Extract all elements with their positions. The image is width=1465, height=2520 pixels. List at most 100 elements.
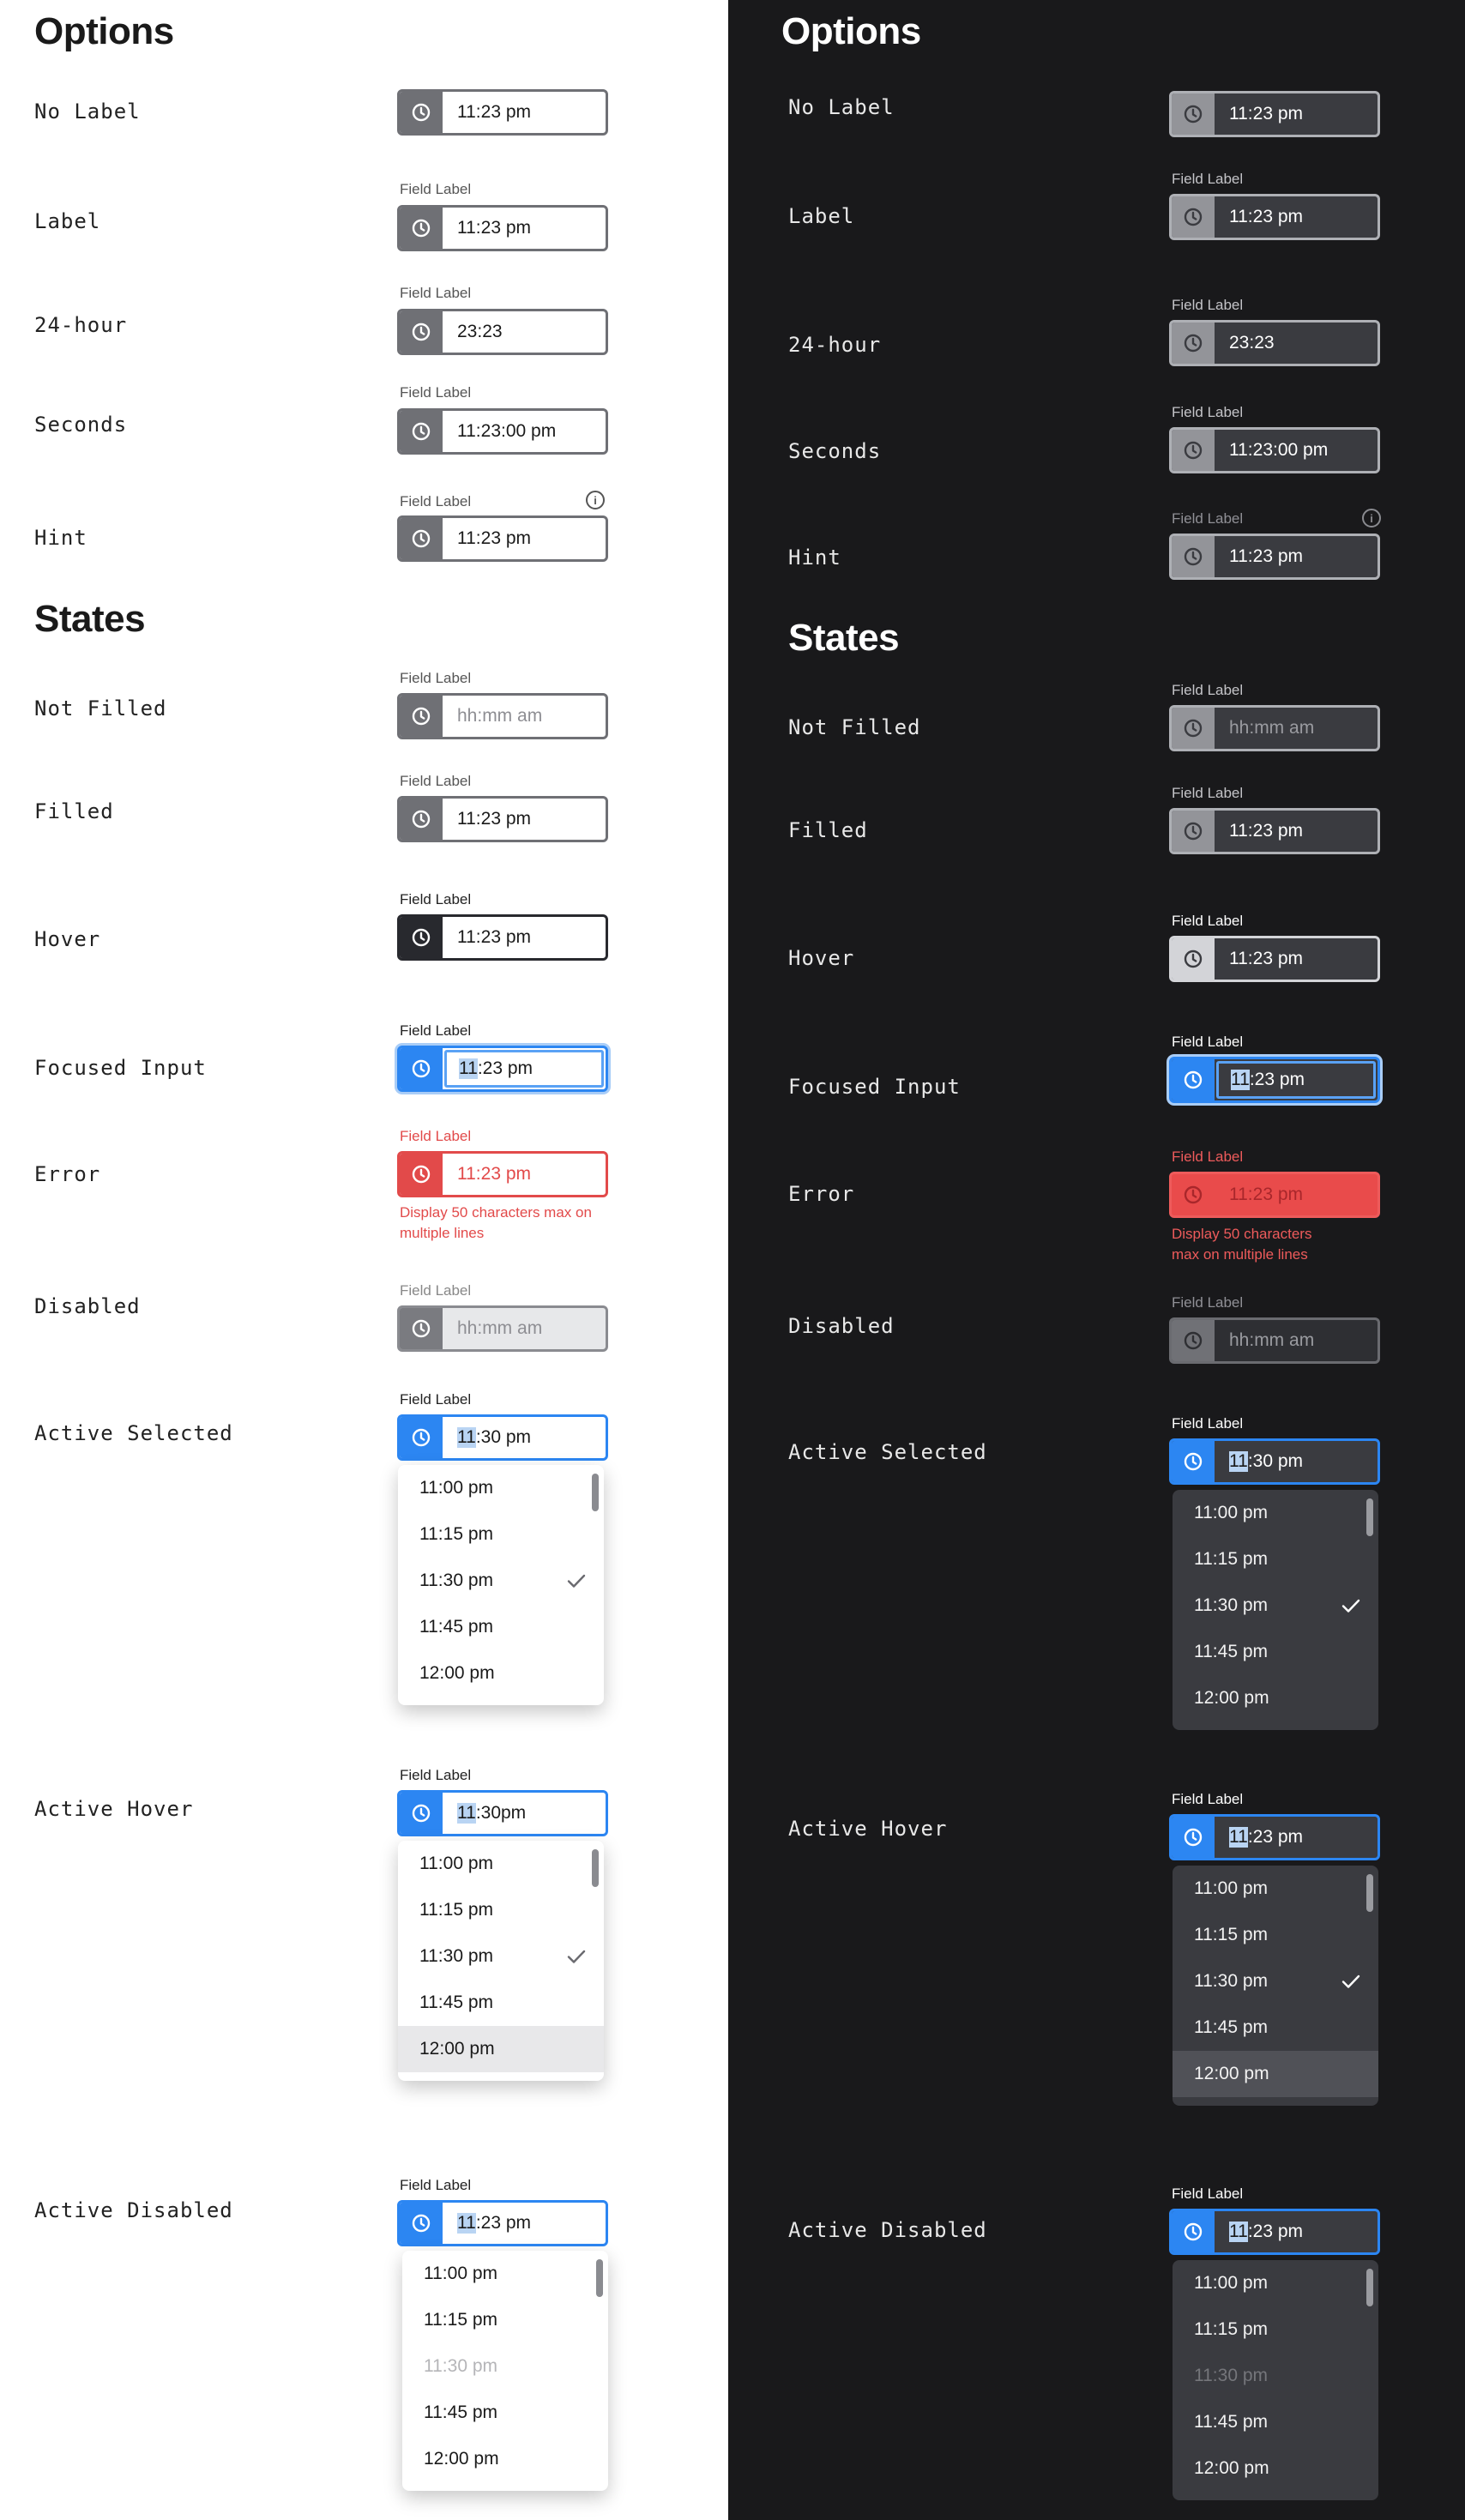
time-field-filled[interactable]: 11:23 pm: [397, 796, 608, 842]
time-input-value[interactable]: 11:23 pm: [443, 799, 606, 840]
time-input-placeholder[interactable]: hh:mm am: [443, 696, 606, 737]
dropdown-scrollbar[interactable]: [1366, 1874, 1373, 1912]
dropdown-option[interactable]: 12:00 pm: [1173, 2445, 1378, 2492]
time-field-active-selected[interactable]: 11:30 pm: [1169, 1438, 1380, 1485]
dropdown-option-disabled: 11:30 pm: [1194, 2366, 1268, 2385]
hour-selection: 11: [457, 2213, 476, 2234]
time-input-value[interactable]: 11:23 pm: [443, 917, 606, 958]
time-input-value[interactable]: 11:23 pm: [1215, 93, 1378, 135]
option-label: 11:30 pm: [419, 1946, 493, 1966]
time-input-value[interactable]: 11:23 pm: [1215, 1817, 1378, 1858]
dropdown-option[interactable]: 11:00 pm: [402, 2251, 608, 2297]
time-field-focused[interactable]: 11:23 pm: [1169, 1057, 1380, 1103]
time-input-value[interactable]: 11:23 pm: [1216, 1061, 1376, 1099]
time-input-value[interactable]: 23:23: [443, 311, 606, 353]
time-field-active-selected[interactable]: 11:30 pm: [397, 1414, 608, 1461]
dropdown-option[interactable]: 11:45 pm: [398, 1980, 604, 2026]
dropdown-scrollbar[interactable]: [592, 1849, 599, 1887]
time-input-placeholder: hh:mm am: [1229, 1330, 1315, 1350]
time-field-hint[interactable]: 11:23 pm: [397, 515, 608, 562]
time-input-value[interactable]: 11:23 pm: [443, 518, 606, 559]
time-field-error[interactable]: 11:23 pm: [397, 1151, 608, 1197]
time-input-value[interactable]: 11:23 pm: [1215, 811, 1378, 852]
dropdown-option[interactable]: 11:15 pm: [1173, 1536, 1378, 1583]
time-input-value[interactable]: 11:23 pm: [1215, 536, 1378, 577]
time-field-active-disabled[interactable]: 11:23 pm: [1169, 2209, 1380, 2255]
dropdown-option-selected[interactable]: 11:30 pm: [1173, 1958, 1378, 2005]
info-icon[interactable]: i: [586, 491, 605, 509]
time-field-24-hour[interactable]: 23:23: [1169, 320, 1380, 366]
time-input-placeholder[interactable]: hh:mm am: [1215, 708, 1378, 749]
dropdown-option[interactable]: 11:45 pm: [398, 1604, 604, 1650]
dropdown-option[interactable]: 11:45 pm: [1173, 2005, 1378, 2051]
row-label-active-selected: Active Selected: [788, 1440, 987, 1464]
dropdown-option[interactable]: 11:00 pm: [1173, 1866, 1378, 1912]
dropdown-scrollbar[interactable]: [1366, 2269, 1373, 2306]
time-input-value[interactable]: 11:23 pm: [443, 1154, 606, 1195]
time-dropdown: 11:00 pm 11:15 pm 11:30 pm 11:45 pm 12:0…: [402, 2251, 608, 2491]
time-field-hover[interactable]: 11:23 pm: [397, 914, 608, 961]
time-input-value[interactable]: 11:23 pm: [443, 2203, 606, 2244]
time-field-hover[interactable]: 11:23 pm: [1169, 936, 1380, 982]
dropdown-option-selected[interactable]: 11:30 pm: [1173, 1583, 1378, 1629]
time-input-value[interactable]: 23:23: [1215, 323, 1378, 364]
time-rest: :30pm: [475, 1803, 527, 1823]
time-field-label[interactable]: 11:23 pm: [1169, 194, 1380, 240]
time-field-not-filled[interactable]: hh:mm am: [1169, 705, 1380, 751]
info-icon[interactable]: i: [1362, 509, 1381, 528]
time-input-value[interactable]: 11:23 pm: [443, 208, 606, 249]
dropdown-option[interactable]: 11:00 pm: [398, 1465, 604, 1511]
time-input-value[interactable]: 11:23 pm: [1215, 1174, 1378, 1215]
time-field-seconds[interactable]: 11:23:00 pm: [397, 408, 608, 455]
dropdown-option-selected[interactable]: 11:30 pm: [398, 1558, 604, 1604]
time-input-value[interactable]: 11:23 pm: [443, 92, 606, 133]
time-input-value[interactable]: 11:23 pm: [1215, 196, 1378, 238]
dropdown-option[interactable]: 11:45 pm: [402, 2390, 608, 2436]
dropdown-option[interactable]: 12:00 pm: [1173, 1675, 1378, 1721]
dropdown-scrollbar[interactable]: [596, 2259, 603, 2297]
dropdown-option[interactable]: 11:15 pm: [402, 2297, 608, 2343]
dropdown-option[interactable]: 11:45 pm: [1173, 2399, 1378, 2445]
time-input-value[interactable]: 11:23:00 pm: [443, 411, 606, 452]
field-label: Field Label: [1172, 510, 1244, 527]
row-label-focused-input: Focused Input: [788, 1075, 961, 1099]
dropdown-option-hovered[interactable]: 12:00 pm: [1173, 2051, 1378, 2097]
dropdown-option[interactable]: 11:15 pm: [398, 1511, 604, 1558]
time-field-active-hover[interactable]: 11:30pm: [397, 1790, 608, 1836]
time-input-value[interactable]: 11:23 pm: [1215, 2211, 1378, 2252]
time-field-label[interactable]: 11:23 pm: [397, 205, 608, 251]
dropdown-option-hovered[interactable]: 12:00 pm: [398, 2026, 604, 2072]
dropdown-option[interactable]: 11:00 pm: [1173, 2260, 1378, 2306]
dropdown-scrollbar[interactable]: [592, 1474, 599, 1511]
dropdown-option-selected[interactable]: 11:30 pm: [398, 1933, 604, 1980]
time-input-value[interactable]: 11:23 pm: [1215, 938, 1378, 980]
time-field-no-label[interactable]: 11:23 pm: [1169, 91, 1380, 137]
time-field-not-filled[interactable]: hh:mm am: [397, 693, 608, 739]
time-input-value[interactable]: 11:30 pm: [1215, 1441, 1378, 1482]
time-field-focused[interactable]: 11:23 pm: [397, 1046, 608, 1092]
row-label-filled: Filled: [34, 799, 114, 823]
dropdown-option[interactable]: 11:15 pm: [1173, 1912, 1378, 1958]
time-input-value[interactable]: 11:30pm: [443, 1793, 606, 1834]
dropdown-option[interactable]: 11:45 pm: [1173, 1629, 1378, 1675]
row-label-seconds: Seconds: [788, 439, 882, 463]
time-input-value[interactable]: 11:23:00 pm: [1215, 430, 1378, 471]
time-field-error[interactable]: 11:23 pm: [1169, 1172, 1380, 1218]
time-field-active-hover[interactable]: 11:23 pm: [1169, 1814, 1380, 1860]
dropdown-scrollbar[interactable]: [1366, 1498, 1373, 1536]
time-field-no-label[interactable]: 11:23 pm: [397, 89, 608, 136]
time-field-24-hour[interactable]: 23:23: [397, 309, 608, 355]
time-input-value[interactable]: 11:23 pm: [444, 1050, 604, 1088]
dropdown-option[interactable]: 11:15 pm: [1173, 2306, 1378, 2353]
dropdown-option[interactable]: 12:00 pm: [402, 2436, 608, 2482]
dropdown-option[interactable]: 12:00 pm: [398, 1650, 604, 1697]
time-field-seconds[interactable]: 11:23:00 pm: [1169, 427, 1380, 473]
time-field-active-disabled[interactable]: 11:23 pm: [397, 2200, 608, 2246]
time-field-filled[interactable]: 11:23 pm: [1169, 808, 1380, 854]
dropdown-option[interactable]: 11:15 pm: [398, 1887, 604, 1933]
time-input-placeholder: hh:mm am: [457, 1318, 543, 1338]
time-input-value[interactable]: 11:30 pm: [443, 1417, 606, 1458]
dropdown-option[interactable]: 11:00 pm: [1173, 1490, 1378, 1536]
dropdown-option[interactable]: 11:00 pm: [398, 1841, 604, 1887]
time-field-hint[interactable]: 11:23 pm: [1169, 534, 1380, 580]
